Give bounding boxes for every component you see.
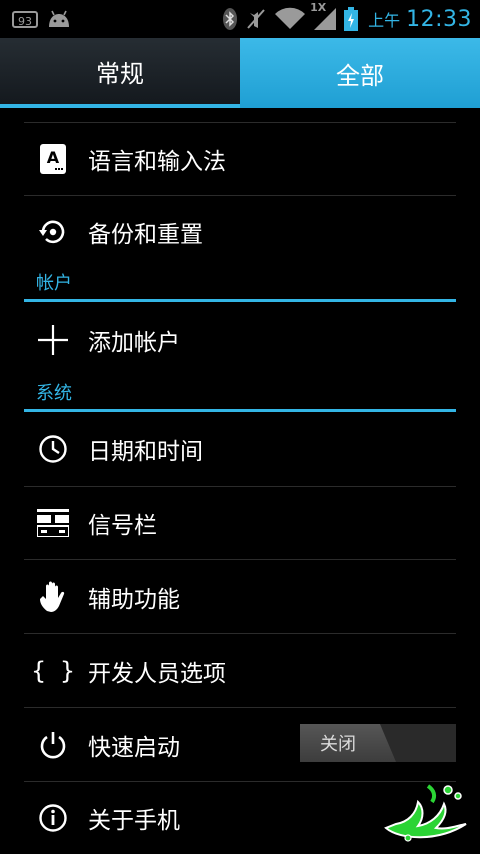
status-ampm: 上午	[368, 11, 401, 30]
section-header-accounts: 帐户	[24, 268, 456, 302]
android-icon	[46, 10, 72, 28]
list-item-label: 快速启动	[88, 734, 180, 761]
hand-icon	[36, 580, 70, 614]
list-item-developer-options[interactable]: { } 开发人员选项	[24, 634, 456, 708]
list-item-label: 语言和输入法	[88, 149, 226, 175]
battery-charging-icon	[344, 7, 359, 31]
list-item-backup-reset[interactable]: 备份和重置	[24, 196, 456, 268]
settings-list: A 语言和输入法 备份和重置 帐户 添加帐户 系统 日期和时间 信号栏 辅助功能…	[0, 108, 480, 854]
list-item-label: 开发人员选项	[88, 660, 226, 687]
list-item-label: 关于手机	[88, 808, 180, 834]
list-item-fast-boot[interactable]: 快速启动 关闭	[24, 708, 456, 782]
status-time: 12:33	[406, 6, 472, 32]
list-item-label: 备份和重置	[88, 222, 203, 248]
power-icon	[36, 728, 70, 762]
list-item-label: 日期和时间	[88, 439, 203, 465]
notification-badge-icon: 93	[12, 10, 38, 28]
braces-icon: { }	[31, 654, 74, 688]
settings-tabs: 常规 全部	[0, 38, 480, 108]
section-header-system: 系统	[24, 378, 456, 412]
list-item-language-input[interactable]: A 语言和输入法	[24, 123, 456, 196]
tab-all[interactable]: 全部	[240, 38, 480, 108]
svg-text:A: A	[47, 148, 60, 167]
list-item-accessibility[interactable]: 辅助功能	[24, 560, 456, 634]
tab-general[interactable]: 常规	[0, 38, 240, 108]
toggle-off-label: 关闭	[300, 724, 396, 762]
list-item-label: 信号栏	[88, 513, 157, 539]
plus-icon	[36, 323, 70, 357]
list-item-status-bar[interactable]: 信号栏	[24, 487, 456, 560]
network-type: 1X	[310, 1, 327, 14]
mute-icon	[244, 7, 268, 31]
braces-glyph: { }	[31, 656, 75, 685]
keyboard-icon: A	[36, 142, 70, 176]
status-bar: 93 1X 上午 12:33	[0, 0, 480, 38]
list-item-add-account[interactable]: 添加帐户	[24, 302, 456, 378]
signal-icon: 1X	[310, 1, 338, 31]
info-icon	[36, 801, 70, 835]
bluetooth-icon	[222, 7, 238, 31]
list-item-label: 辅助功能	[88, 586, 180, 613]
section-title: 帐户	[36, 273, 72, 294]
list-item-date-time[interactable]: 日期和时间	[24, 412, 456, 487]
wifi-icon	[274, 7, 306, 31]
clock-icon	[36, 432, 70, 466]
backup-restore-icon	[36, 215, 70, 249]
list-item-label: 添加帐户	[88, 330, 180, 356]
fast-boot-toggle[interactable]: 关闭	[300, 724, 456, 762]
status-bar-icon	[36, 506, 70, 540]
section-title: 系统	[36, 383, 72, 404]
watermark-logo	[384, 784, 467, 842]
